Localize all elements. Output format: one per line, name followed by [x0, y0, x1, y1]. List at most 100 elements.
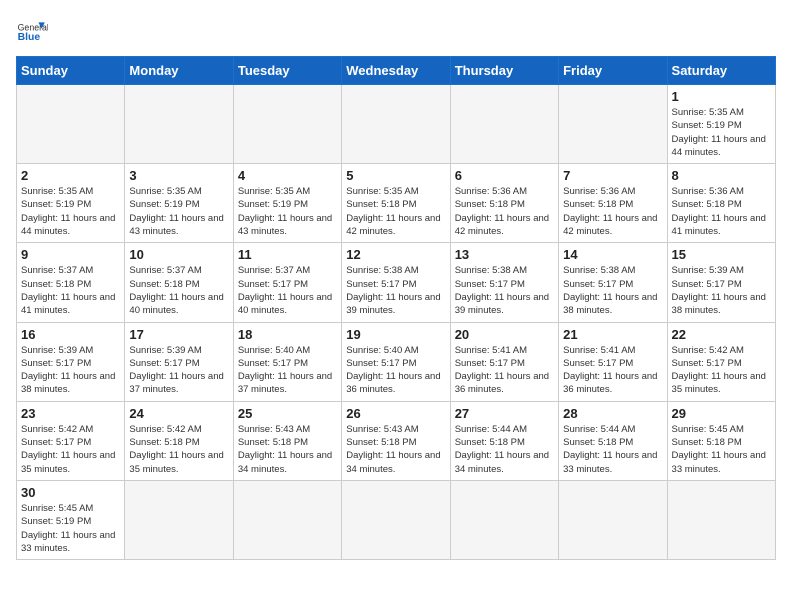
day-info: Sunrise: 5:38 AMSunset: 5:17 PMDaylight:… — [563, 264, 662, 317]
day-info: Sunrise: 5:37 AMSunset: 5:18 PMDaylight:… — [129, 264, 228, 317]
calendar-day — [17, 85, 125, 164]
day-number: 13 — [455, 247, 554, 262]
day-info: Sunrise: 5:38 AMSunset: 5:17 PMDaylight:… — [346, 264, 445, 317]
calendar-day: 24Sunrise: 5:42 AMSunset: 5:18 PMDayligh… — [125, 401, 233, 480]
calendar-day: 7 Sunrise: 5:36 AMSunset: 5:18 PMDaylight… — [559, 164, 667, 243]
calendar-day — [233, 85, 341, 164]
day-info: Sunrise: 5:36 AMSunset: 5:18 PMDaylight:… — [563, 185, 662, 238]
calendar-week-row: 30 Sunrise: 5:45 AMSunset: 5:19 PMDayligh… — [17, 480, 776, 559]
day-number: 5 — [346, 168, 445, 183]
calendar-week-row: 16 Sunrise: 5:39 AMSunset: 5:17 PMDayligh… — [17, 322, 776, 401]
calendar-day: 30 Sunrise: 5:45 AMSunset: 5:19 PMDayligh… — [17, 480, 125, 559]
calendar-day: 10Sunrise: 5:37 AMSunset: 5:18 PMDayligh… — [125, 243, 233, 322]
calendar-day: 18 Sunrise: 5:40 AMSunset: 5:17 PMDayligh… — [233, 322, 341, 401]
calendar-day: 27 Sunrise: 5:44 AMSunset: 5:18 PMDayligh… — [450, 401, 558, 480]
day-info: Sunrise: 5:35 AMSunset: 5:18 PMDaylight:… — [346, 185, 445, 238]
day-number: 14 — [563, 247, 662, 262]
header: General Blue — [16, 16, 776, 48]
day-number: 30 — [21, 485, 120, 500]
day-number: 18 — [238, 327, 337, 342]
calendar-day: 2Sunrise: 5:35 AMSunset: 5:19 PMDaylight… — [17, 164, 125, 243]
day-info: Sunrise: 5:41 AMSunset: 5:17 PMDaylight:… — [563, 344, 662, 397]
calendar-day: 11Sunrise: 5:37 AMSunset: 5:17 PMDayligh… — [233, 243, 341, 322]
day-number: 22 — [672, 327, 771, 342]
day-number: 23 — [21, 406, 120, 421]
day-number: 9 — [21, 247, 120, 262]
calendar-day — [559, 85, 667, 164]
calendar-day: 1Sunrise: 5:35 AMSunset: 5:19 PMDaylight… — [667, 85, 775, 164]
day-number: 11 — [238, 247, 337, 262]
day-number: 3 — [129, 168, 228, 183]
day-info: Sunrise: 5:36 AMSunset: 5:18 PMDaylight:… — [672, 185, 771, 238]
day-number: 16 — [21, 327, 120, 342]
day-info: Sunrise: 5:40 AMSunset: 5:17 PMDaylight:… — [346, 344, 445, 397]
day-info: Sunrise: 5:45 AMSunset: 5:18 PMDaylight:… — [672, 423, 771, 476]
calendar-day: 20 Sunrise: 5:41 AMSunset: 5:17 PMDayligh… — [450, 322, 558, 401]
day-number: 26 — [346, 406, 445, 421]
calendar-day: 12Sunrise: 5:38 AMSunset: 5:17 PMDayligh… — [342, 243, 450, 322]
calendar-day: 21Sunrise: 5:41 AMSunset: 5:17 PMDayligh… — [559, 322, 667, 401]
calendar-day: 3 Sunrise: 5:35 AMSunset: 5:19 PMDaylight… — [125, 164, 233, 243]
dow-header: Saturday — [667, 57, 775, 85]
day-number: 4 — [238, 168, 337, 183]
calendar-day — [450, 480, 558, 559]
calendar-day: 8Sunrise: 5:36 AMSunset: 5:18 PMDaylight… — [667, 164, 775, 243]
day-number: 6 — [455, 168, 554, 183]
calendar-week-row: 23 Sunrise: 5:42 AMSunset: 5:17 PMDayligh… — [17, 401, 776, 480]
day-info: Sunrise: 5:44 AMSunset: 5:18 PMDaylight:… — [455, 423, 554, 476]
calendar-day — [125, 85, 233, 164]
calendar-day — [667, 480, 775, 559]
calendar-day: 23 Sunrise: 5:42 AMSunset: 5:17 PMDayligh… — [17, 401, 125, 480]
day-info: Sunrise: 5:42 AMSunset: 5:17 PMDaylight:… — [21, 423, 120, 476]
calendar-day: 26 Sunrise: 5:43 AMSunset: 5:18 PMDayligh… — [342, 401, 450, 480]
calendar-day — [450, 85, 558, 164]
calendar-day — [342, 85, 450, 164]
days-of-week-row: SundayMondayTuesdayWednesdayThursdayFrid… — [17, 57, 776, 85]
calendar-day — [125, 480, 233, 559]
calendar: SundayMondayTuesdayWednesdayThursdayFrid… — [16, 56, 776, 560]
day-number: 28 — [563, 406, 662, 421]
day-number: 2 — [21, 168, 120, 183]
calendar-day: 13 Sunrise: 5:38 AMSunset: 5:17 PMDayligh… — [450, 243, 558, 322]
day-info: Sunrise: 5:42 AMSunset: 5:17 PMDaylight:… — [672, 344, 771, 397]
logo-icon: General Blue — [16, 16, 48, 48]
day-number: 7 — [563, 168, 662, 183]
calendar-day: 19Sunrise: 5:40 AMSunset: 5:17 PMDayligh… — [342, 322, 450, 401]
day-info: Sunrise: 5:43 AMSunset: 5:18 PMDaylight:… — [346, 423, 445, 476]
calendar-day: 17 Sunrise: 5:39 AMSunset: 5:17 PMDayligh… — [125, 322, 233, 401]
day-number: 25 — [238, 406, 337, 421]
day-info: Sunrise: 5:39 AMSunset: 5:17 PMDaylight:… — [672, 264, 771, 317]
calendar-week-row: 1Sunrise: 5:35 AMSunset: 5:19 PMDaylight… — [17, 85, 776, 164]
calendar-day: 22 Sunrise: 5:42 AMSunset: 5:17 PMDayligh… — [667, 322, 775, 401]
calendar-day — [233, 480, 341, 559]
calendar-day: 6 Sunrise: 5:36 AMSunset: 5:18 PMDaylight… — [450, 164, 558, 243]
day-info: Sunrise: 5:38 AMSunset: 5:17 PMDaylight:… — [455, 264, 554, 317]
day-info: Sunrise: 5:39 AMSunset: 5:17 PMDaylight:… — [21, 344, 120, 397]
calendar-day: 15Sunrise: 5:39 AMSunset: 5:17 PMDayligh… — [667, 243, 775, 322]
calendar-day: 25Sunrise: 5:43 AMSunset: 5:18 PMDayligh… — [233, 401, 341, 480]
day-number: 27 — [455, 406, 554, 421]
day-number: 29 — [672, 406, 771, 421]
calendar-day: 29 Sunrise: 5:45 AMSunset: 5:18 PMDayligh… — [667, 401, 775, 480]
calendar-body: 1 Sunrise: 5:35 AMSunset: 5:19 PMDaylight… — [17, 85, 776, 560]
day-number: 17 — [129, 327, 228, 342]
dow-header: Sunday — [17, 57, 125, 85]
calendar-day: 14 Sunrise: 5:38 AMSunset: 5:17 PMDayligh… — [559, 243, 667, 322]
calendar-day — [559, 480, 667, 559]
dow-header: Thursday — [450, 57, 558, 85]
day-info: Sunrise: 5:39 AMSunset: 5:17 PMDaylight:… — [129, 344, 228, 397]
logo: General Blue — [16, 16, 48, 48]
dow-header: Tuesday — [233, 57, 341, 85]
day-number: 20 — [455, 327, 554, 342]
day-info: Sunrise: 5:37 AMSunset: 5:18 PMDaylight:… — [21, 264, 120, 317]
calendar-day: 9 Sunrise: 5:37 AMSunset: 5:18 PMDaylight… — [17, 243, 125, 322]
calendar-week-row: 2 Sunrise: 5:35 AMSunset: 5:19 PMDaylight… — [17, 164, 776, 243]
day-info: Sunrise: 5:35 AMSunset: 5:19 PMDaylight:… — [238, 185, 337, 238]
day-number: 1 — [672, 89, 771, 104]
day-info: Sunrise: 5:36 AMSunset: 5:18 PMDaylight:… — [455, 185, 554, 238]
day-info: Sunrise: 5:41 AMSunset: 5:17 PMDaylight:… — [455, 344, 554, 397]
day-info: Sunrise: 5:40 AMSunset: 5:17 PMDaylight:… — [238, 344, 337, 397]
day-info: Sunrise: 5:45 AMSunset: 5:19 PMDaylight:… — [21, 502, 120, 555]
day-info: Sunrise: 5:35 AMSunset: 5:19 PMDaylight:… — [129, 185, 228, 238]
calendar-day — [342, 480, 450, 559]
